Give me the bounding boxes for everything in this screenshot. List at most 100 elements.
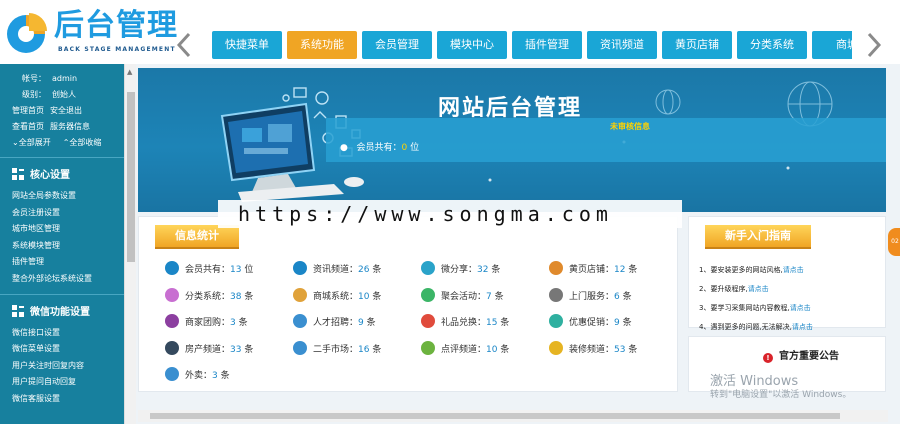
view-home-link[interactable]: 查看首页 [12,122,44,131]
toggle-icon [165,261,179,275]
chevron-right-icon[interactable] [866,32,882,58]
building-icon [165,340,179,355]
scrollbar-thumb[interactable] [127,92,135,262]
logo[interactable]: 后台管理 BACK STAGE MANAGEMENT [2,4,177,60]
stat-value: 32 [477,265,489,275]
stat-item: 房产频道：33 条 [165,340,254,357]
scrollbar-thumb[interactable] [150,413,840,419]
section-wechat-settings[interactable]: 微信功能设置 [0,295,124,325]
stat-value: 13 [230,265,242,275]
server-info-link[interactable]: 服务器信息 [50,122,90,131]
nav-tab[interactable]: 分类系统 [737,31,807,59]
stat-item: 会员共有：13 位 [165,261,253,277]
info-stats-title: 信息统计 [155,225,239,247]
url-watermark-overlay: https://www.songma.com [218,200,682,228]
sidebar-item-register-settings[interactable]: 会员注册设置 [0,205,124,222]
guide-link[interactable]: 请点击 [792,323,813,331]
pending-review-label[interactable]: 未审核信息 [610,121,650,132]
admin-home-link[interactable]: 管理首页 [12,106,44,115]
nav-tab[interactable]: 黄页店铺 [662,31,732,59]
stat-value: 9 [614,318,620,328]
stat-value: 15 [486,318,498,328]
stat-item: 分类系统：38 条 [165,287,253,304]
alert-icon: ! [763,353,773,363]
section-core-settings[interactable]: 核心设置 [0,158,124,188]
guide-link[interactable]: 请点击 [783,266,804,274]
nav-tab[interactable]: 会员管理 [362,31,432,59]
stat-value: 10 [486,344,498,355]
sidebar-item-follow-reply[interactable]: 用户关注时回复内容 [0,358,124,375]
group-icon [421,287,435,302]
sidebar-item-forum-integration[interactable]: 整合外部论坛系统设置 [0,271,124,288]
stat-label: 外卖： [185,371,213,381]
guide-list: 1、要安装更多的网站风格,请点击 2、要升级程序,请点击 3、要学习采集网站内容… [699,261,813,337]
flower-icon [165,287,179,302]
sidebar: 帐号： admin 级别： 创始人 管理首页 安全退出 查看首页 服务器信息 ⌄全部展开… [0,64,124,424]
stat-unit: 条 [622,318,632,328]
banner: 网站后台管理 未审核信息 ● 会员共有：0 位 [138,68,886,212]
stat-value: 33 [230,344,242,355]
guide-item: 2、要升级程序,请点击 [699,285,769,293]
stat-label: 黄页店铺： [569,265,615,275]
stat-item: 礼品兑换：15 条 [421,314,509,330]
sidebar-item-auto-reply[interactable]: 用户提问自动回复 [0,374,124,391]
stat-unit: 条 [628,344,638,355]
stat-item: 外卖：3 条 [165,367,230,383]
collapse-all-link[interactable]: ⌃全部收缩 [63,138,108,147]
main-nav: 快捷菜单系统功能会员管理模块中心插件管理资讯频道黄页店铺分类系统商城 [212,31,852,59]
stat-unit: 条 [500,318,510,328]
stat-item: 装修频道：53 条 [549,340,638,357]
guide-link[interactable]: 请点击 [790,304,811,312]
job-icon [293,314,307,328]
stat-value: 12 [614,265,626,275]
account-value: admin [52,74,78,83]
stat-unit: 条 [366,318,376,328]
sidebar-item-wechat-service[interactable]: 微信客服设置 [0,391,124,408]
stat-value: 38 [230,291,242,302]
stat-unit: 条 [628,265,638,275]
side-float-tab[interactable]: 02 [888,228,900,256]
stat-label: 点评频道： [441,344,487,355]
sidebar-item-plugins[interactable]: 插件管理 [0,254,124,271]
official-notice-title: ! 官方重要公告 [763,347,839,363]
stat-item: 微分享：32 条 [421,261,500,277]
share-icon [421,261,435,275]
sidebar-scrollbar[interactable]: ▲ [124,64,136,424]
stat-unit: 位 [244,265,254,275]
nav-tab[interactable]: 模块中心 [437,31,507,59]
sidebar-quick-links: 管理首页 安全退出 查看首页 服务器信息 ⌄全部展开 ⌃全部收缩 [0,103,124,151]
nav-tab[interactable]: 插件管理 [512,31,582,59]
brush-icon [549,340,563,355]
stat-label: 优惠促销： [569,318,615,328]
doc-icon [549,287,563,302]
sidebar-item-wechat-api[interactable]: 微信接口设置 [0,325,124,342]
scroll-up-icon[interactable]: ▲ [127,68,132,76]
stat-unit: 条 [244,344,254,355]
sidebar-item-modules[interactable]: 系统模块管理 [0,238,124,255]
stat-unit: 条 [238,318,248,328]
nav-tab[interactable]: 商城 [812,31,852,59]
stat-label: 分类系统： [185,291,231,302]
nav-tab[interactable]: 快捷菜单 [212,31,282,59]
sidebar-item-global-params[interactable]: 网站全局参数设置 [0,188,124,205]
stat-label: 会员共有： [185,265,231,275]
stat-item: 资讯频道：26 条 [293,261,381,277]
recycle-icon [293,340,307,355]
sidebar-item-city-regions[interactable]: 城市地区管理 [0,221,124,238]
sidebar-item-wechat-menu[interactable]: 微信菜单设置 [0,341,124,358]
stat-item: 点评频道：10 条 [421,340,509,357]
chevron-left-icon[interactable] [176,32,192,58]
horizontal-scrollbar[interactable] [138,410,888,422]
nav-tab[interactable]: 资讯频道 [587,31,657,59]
stat-label: 微分享： [441,265,478,275]
stat-unit: 条 [491,265,501,275]
nav-tab[interactable]: 系统功能 [287,31,357,59]
logout-link[interactable]: 安全退出 [50,106,82,115]
grid-icon [12,168,24,180]
stat-unit: 条 [220,371,230,381]
stat-label: 上门服务： [569,291,615,302]
expand-all-link[interactable]: ⌄全部展开 [12,138,57,147]
guide-link[interactable]: 请点击 [748,285,769,293]
stat-value: 6 [614,291,620,302]
stat-label: 装修频道： [569,344,615,355]
